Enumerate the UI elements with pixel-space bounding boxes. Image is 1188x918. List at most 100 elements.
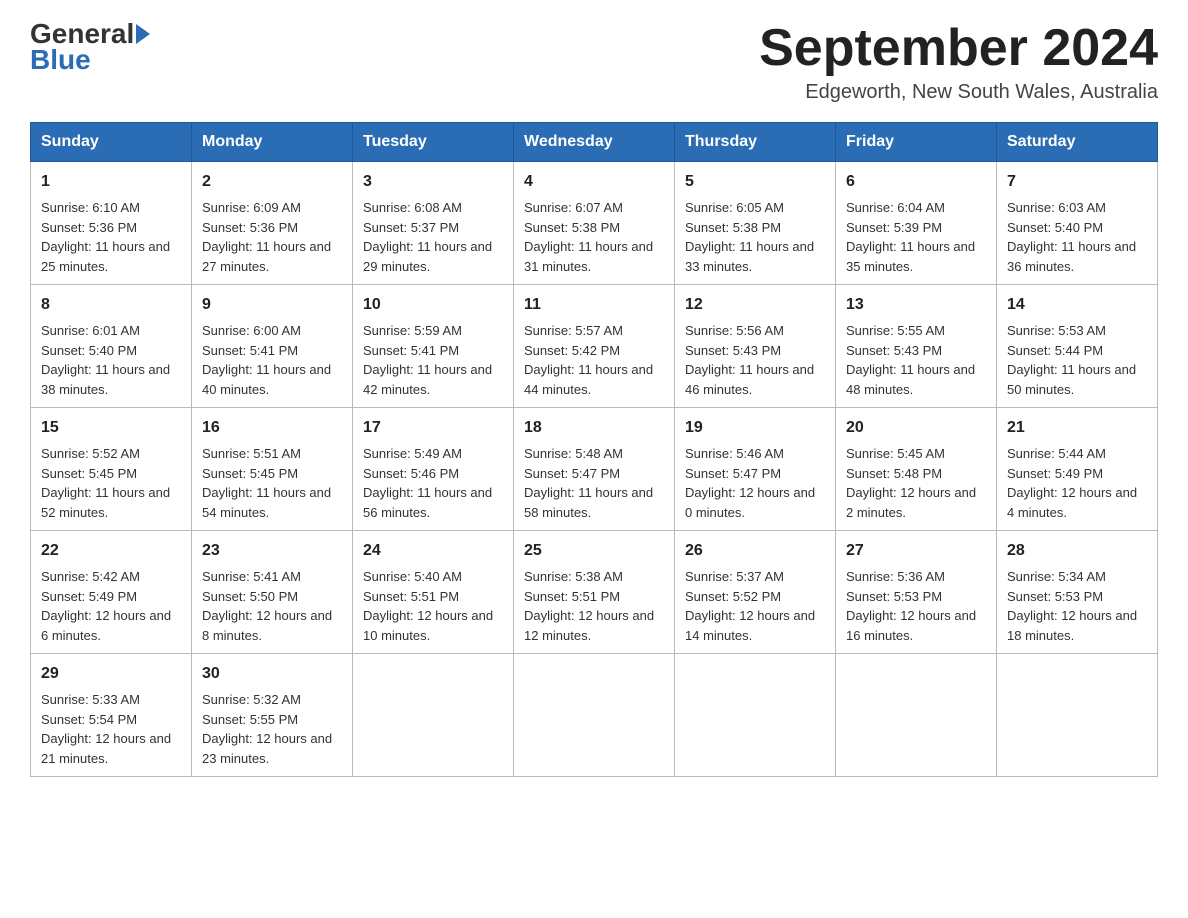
calendar-cell: 23 Sunrise: 5:41 AMSunset: 5:50 PMDaylig… [192, 531, 353, 654]
day-number: 7 [1007, 170, 1147, 194]
calendar-header: SundayMondayTuesdayWednesdayThursdayFrid… [31, 123, 1158, 162]
calendar-cell: 12 Sunrise: 5:56 AMSunset: 5:43 PMDaylig… [675, 285, 836, 408]
day-info: Sunrise: 5:34 AMSunset: 5:53 PMDaylight:… [1007, 569, 1137, 643]
day-info: Sunrise: 5:38 AMSunset: 5:51 PMDaylight:… [524, 569, 654, 643]
day-number: 23 [202, 539, 342, 563]
day-number: 24 [363, 539, 503, 563]
day-number: 18 [524, 416, 664, 440]
day-number: 11 [524, 293, 664, 317]
logo-arrow-icon [136, 24, 150, 44]
day-info: Sunrise: 6:05 AMSunset: 5:38 PMDaylight:… [685, 200, 814, 274]
calendar-week-row: 15 Sunrise: 5:52 AMSunset: 5:45 PMDaylig… [31, 408, 1158, 531]
calendar-cell: 6 Sunrise: 6:04 AMSunset: 5:39 PMDayligh… [836, 162, 997, 285]
calendar-cell [514, 654, 675, 777]
calendar-cell [353, 654, 514, 777]
day-info: Sunrise: 5:51 AMSunset: 5:45 PMDaylight:… [202, 446, 331, 520]
calendar-cell [836, 654, 997, 777]
day-info: Sunrise: 6:07 AMSunset: 5:38 PMDaylight:… [524, 200, 653, 274]
day-number: 8 [41, 293, 181, 317]
day-info: Sunrise: 6:09 AMSunset: 5:36 PMDaylight:… [202, 200, 331, 274]
day-number: 28 [1007, 539, 1147, 563]
day-number: 16 [202, 416, 342, 440]
weekday-header-friday: Friday [836, 123, 997, 162]
weekday-header-monday: Monday [192, 123, 353, 162]
calendar-cell: 18 Sunrise: 5:48 AMSunset: 5:47 PMDaylig… [514, 408, 675, 531]
day-info: Sunrise: 5:45 AMSunset: 5:48 PMDaylight:… [846, 446, 976, 520]
weekday-header-wednesday: Wednesday [514, 123, 675, 162]
calendar-table: SundayMondayTuesdayWednesdayThursdayFrid… [30, 122, 1158, 777]
day-info: Sunrise: 6:01 AMSunset: 5:40 PMDaylight:… [41, 323, 170, 397]
day-info: Sunrise: 5:49 AMSunset: 5:46 PMDaylight:… [363, 446, 492, 520]
day-number: 3 [363, 170, 503, 194]
day-info: Sunrise: 5:44 AMSunset: 5:49 PMDaylight:… [1007, 446, 1137, 520]
calendar-cell: 13 Sunrise: 5:55 AMSunset: 5:43 PMDaylig… [836, 285, 997, 408]
day-info: Sunrise: 6:10 AMSunset: 5:36 PMDaylight:… [41, 200, 170, 274]
calendar-cell: 26 Sunrise: 5:37 AMSunset: 5:52 PMDaylig… [675, 531, 836, 654]
day-number: 26 [685, 539, 825, 563]
calendar-week-row: 1 Sunrise: 6:10 AMSunset: 5:36 PMDayligh… [31, 162, 1158, 285]
day-number: 1 [41, 170, 181, 194]
day-number: 5 [685, 170, 825, 194]
calendar-cell: 7 Sunrise: 6:03 AMSunset: 5:40 PMDayligh… [997, 162, 1158, 285]
calendar-cell: 19 Sunrise: 5:46 AMSunset: 5:47 PMDaylig… [675, 408, 836, 531]
day-number: 27 [846, 539, 986, 563]
calendar-cell: 28 Sunrise: 5:34 AMSunset: 5:53 PMDaylig… [997, 531, 1158, 654]
calendar-body: 1 Sunrise: 6:10 AMSunset: 5:36 PMDayligh… [31, 162, 1158, 777]
day-number: 14 [1007, 293, 1147, 317]
day-info: Sunrise: 5:55 AMSunset: 5:43 PMDaylight:… [846, 323, 975, 397]
day-info: Sunrise: 5:46 AMSunset: 5:47 PMDaylight:… [685, 446, 815, 520]
day-info: Sunrise: 5:48 AMSunset: 5:47 PMDaylight:… [524, 446, 653, 520]
calendar-week-row: 22 Sunrise: 5:42 AMSunset: 5:49 PMDaylig… [31, 531, 1158, 654]
calendar-cell: 20 Sunrise: 5:45 AMSunset: 5:48 PMDaylig… [836, 408, 997, 531]
calendar-cell: 24 Sunrise: 5:40 AMSunset: 5:51 PMDaylig… [353, 531, 514, 654]
logo: General Blue [30, 20, 152, 76]
day-number: 29 [41, 662, 181, 686]
day-info: Sunrise: 5:59 AMSunset: 5:41 PMDaylight:… [363, 323, 492, 397]
calendar-cell: 16 Sunrise: 5:51 AMSunset: 5:45 PMDaylig… [192, 408, 353, 531]
day-number: 17 [363, 416, 503, 440]
day-info: Sunrise: 6:00 AMSunset: 5:41 PMDaylight:… [202, 323, 331, 397]
day-info: Sunrise: 5:56 AMSunset: 5:43 PMDaylight:… [685, 323, 814, 397]
calendar-cell [675, 654, 836, 777]
day-info: Sunrise: 5:52 AMSunset: 5:45 PMDaylight:… [41, 446, 170, 520]
day-number: 19 [685, 416, 825, 440]
calendar-cell: 17 Sunrise: 5:49 AMSunset: 5:46 PMDaylig… [353, 408, 514, 531]
calendar-cell: 14 Sunrise: 5:53 AMSunset: 5:44 PMDaylig… [997, 285, 1158, 408]
calendar-week-row: 29 Sunrise: 5:33 AMSunset: 5:54 PMDaylig… [31, 654, 1158, 777]
day-info: Sunrise: 5:37 AMSunset: 5:52 PMDaylight:… [685, 569, 815, 643]
day-number: 21 [1007, 416, 1147, 440]
day-info: Sunrise: 5:41 AMSunset: 5:50 PMDaylight:… [202, 569, 332, 643]
logo-blue: Blue [30, 44, 91, 75]
day-number: 6 [846, 170, 986, 194]
day-info: Sunrise: 5:53 AMSunset: 5:44 PMDaylight:… [1007, 323, 1136, 397]
weekday-header-sunday: Sunday [31, 123, 192, 162]
weekday-header-saturday: Saturday [997, 123, 1158, 162]
weekday-header-row: SundayMondayTuesdayWednesdayThursdayFrid… [31, 123, 1158, 162]
day-info: Sunrise: 6:03 AMSunset: 5:40 PMDaylight:… [1007, 200, 1136, 274]
day-info: Sunrise: 5:33 AMSunset: 5:54 PMDaylight:… [41, 692, 171, 766]
calendar-cell: 2 Sunrise: 6:09 AMSunset: 5:36 PMDayligh… [192, 162, 353, 285]
calendar-cell: 8 Sunrise: 6:01 AMSunset: 5:40 PMDayligh… [31, 285, 192, 408]
title-section: September 2024 Edgeworth, New South Wale… [759, 20, 1158, 104]
calendar-cell: 11 Sunrise: 5:57 AMSunset: 5:42 PMDaylig… [514, 285, 675, 408]
calendar-cell: 10 Sunrise: 5:59 AMSunset: 5:41 PMDaylig… [353, 285, 514, 408]
calendar-cell: 4 Sunrise: 6:07 AMSunset: 5:38 PMDayligh… [514, 162, 675, 285]
calendar-cell: 1 Sunrise: 6:10 AMSunset: 5:36 PMDayligh… [31, 162, 192, 285]
day-number: 22 [41, 539, 181, 563]
location-subtitle: Edgeworth, New South Wales, Australia [759, 81, 1158, 104]
day-info: Sunrise: 6:08 AMSunset: 5:37 PMDaylight:… [363, 200, 492, 274]
day-number: 10 [363, 293, 503, 317]
weekday-header-tuesday: Tuesday [353, 123, 514, 162]
day-info: Sunrise: 5:42 AMSunset: 5:49 PMDaylight:… [41, 569, 171, 643]
day-number: 12 [685, 293, 825, 317]
calendar-cell: 9 Sunrise: 6:00 AMSunset: 5:41 PMDayligh… [192, 285, 353, 408]
calendar-cell: 5 Sunrise: 6:05 AMSunset: 5:38 PMDayligh… [675, 162, 836, 285]
calendar-cell: 25 Sunrise: 5:38 AMSunset: 5:51 PMDaylig… [514, 531, 675, 654]
day-info: Sunrise: 5:57 AMSunset: 5:42 PMDaylight:… [524, 323, 653, 397]
calendar-cell: 27 Sunrise: 5:36 AMSunset: 5:53 PMDaylig… [836, 531, 997, 654]
calendar-cell: 30 Sunrise: 5:32 AMSunset: 5:55 PMDaylig… [192, 654, 353, 777]
calendar-cell: 29 Sunrise: 5:33 AMSunset: 5:54 PMDaylig… [31, 654, 192, 777]
month-title: September 2024 [759, 20, 1158, 77]
day-info: Sunrise: 5:32 AMSunset: 5:55 PMDaylight:… [202, 692, 332, 766]
calendar-cell: 15 Sunrise: 5:52 AMSunset: 5:45 PMDaylig… [31, 408, 192, 531]
